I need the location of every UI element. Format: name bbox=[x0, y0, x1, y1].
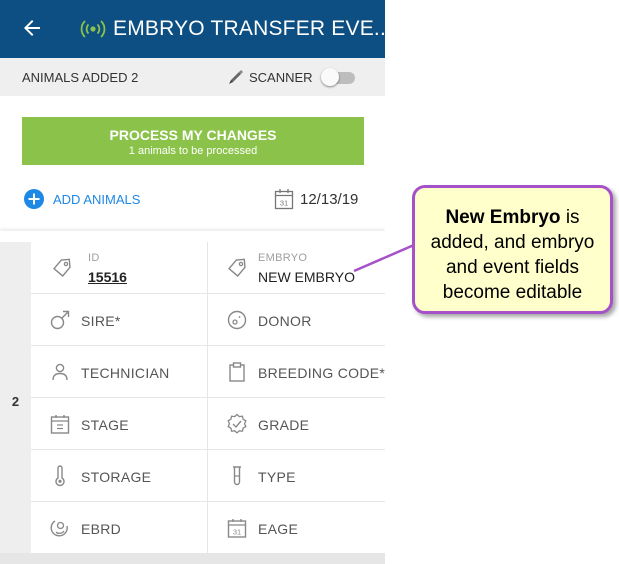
animal-id-link[interactable]: 15516 bbox=[88, 269, 127, 285]
plus-circle-icon bbox=[24, 189, 44, 209]
calendar-icon: 31 bbox=[227, 519, 247, 538]
badge-check-icon bbox=[227, 413, 247, 434]
sire-field[interactable]: SIRE* bbox=[31, 294, 208, 346]
svg-text:31: 31 bbox=[280, 199, 288, 208]
eage-field[interactable]: 31 EAGE bbox=[208, 502, 385, 554]
animal-list: 2 ID 15516 EMBRYO NEW EMBRYO SIRE* DONOR… bbox=[0, 231, 385, 564]
toggle-knob bbox=[321, 68, 339, 86]
stage-field[interactable]: STAGE bbox=[31, 398, 208, 450]
rfid-signal-icon bbox=[80, 20, 106, 38]
embryo-value: NEW EMBRYO bbox=[258, 269, 355, 285]
donor-field[interactable]: DONOR bbox=[208, 294, 385, 346]
app-bar: EMBRYO TRANSFER EVE... bbox=[0, 0, 385, 58]
storage-field[interactable]: STORAGE bbox=[31, 450, 208, 502]
type-field[interactable]: TYPE bbox=[208, 450, 385, 502]
callout-bold-text: New Embryo bbox=[445, 207, 561, 228]
ebrd-field[interactable]: EBRD bbox=[31, 502, 208, 554]
callout-line-1: New Embryo is bbox=[415, 205, 610, 230]
page-title: EMBRYO TRANSFER EVE... bbox=[113, 17, 385, 40]
callout-pointer bbox=[353, 243, 415, 273]
breeding-code-label: BREEDING CODE* bbox=[258, 365, 385, 381]
animals-added-count: 2 bbox=[131, 70, 139, 85]
process-changes-title: PROCESS MY CHANGES bbox=[109, 127, 277, 143]
donor-label: DONOR bbox=[258, 313, 312, 329]
process-changes-subtitle: 1 animals to be processed bbox=[128, 145, 258, 157]
mobile-app-screen: EMBRYO TRANSFER EVE... ANIMALS ADDED 2 S… bbox=[0, 0, 385, 564]
add-animals-label: ADD ANIMALS bbox=[53, 192, 141, 207]
arrow-left-icon[interactable] bbox=[20, 16, 44, 40]
scanner-pen-icon bbox=[229, 70, 243, 84]
callout-line-4: become editable bbox=[442, 282, 583, 303]
clipboard-icon bbox=[229, 362, 245, 382]
breeding-code-field[interactable]: BREEDING CODE* bbox=[208, 346, 385, 398]
callout-line-2: added, and embryo bbox=[430, 232, 595, 253]
callout-line-3: and event fields bbox=[445, 257, 580, 278]
eage-label: EAGE bbox=[258, 521, 299, 537]
calendar-stage-icon bbox=[50, 415, 70, 434]
embryo-label: EMBRYO bbox=[258, 252, 308, 264]
thermometer-icon bbox=[55, 465, 65, 487]
stage-label: STAGE bbox=[81, 417, 129, 433]
row-index: 2 bbox=[11, 394, 20, 409]
scanner-toggle[interactable] bbox=[321, 68, 355, 86]
grade-field[interactable]: GRADE bbox=[208, 398, 385, 450]
svg-text:31: 31 bbox=[233, 528, 241, 537]
person-icon bbox=[52, 363, 68, 381]
id-field[interactable]: ID 15516 bbox=[31, 242, 208, 294]
annotation-callout: New Embryo is added, and embryo and even… bbox=[412, 185, 613, 314]
grade-label: GRADE bbox=[258, 417, 310, 433]
tag-icon bbox=[228, 258, 246, 277]
egg-cell-icon bbox=[227, 310, 247, 330]
calendar-icon[interactable]: 31 bbox=[274, 188, 294, 210]
storage-label: STORAGE bbox=[81, 469, 152, 485]
tag-icon bbox=[53, 258, 71, 277]
test-tube-icon bbox=[233, 466, 241, 486]
ebrd-label: EBRD bbox=[81, 521, 122, 537]
process-changes-button[interactable]: PROCESS MY CHANGES 1 animals to be proce… bbox=[22, 117, 364, 165]
technician-label: TECHNICIAN bbox=[81, 365, 170, 381]
callout-line-1-rest: is bbox=[560, 207, 580, 228]
male-symbol-icon bbox=[50, 310, 70, 330]
scanner-label: SCANNER bbox=[249, 70, 313, 85]
event-date[interactable]: 12/13/19 bbox=[300, 191, 358, 208]
animals-added-status: ANIMALS ADDED 2 bbox=[22, 70, 138, 85]
info-bar: ANIMALS ADDED 2 SCANNER bbox=[0, 58, 385, 96]
list-bottom-divider bbox=[0, 553, 385, 564]
id-label: ID bbox=[88, 252, 100, 264]
sire-label: SIRE* bbox=[81, 313, 121, 329]
animals-added-label: ANIMALS ADDED bbox=[22, 70, 128, 85]
embryo-icon bbox=[50, 520, 68, 537]
type-label: TYPE bbox=[258, 469, 296, 485]
technician-field[interactable]: TECHNICIAN bbox=[31, 346, 208, 398]
row-index-column: 2 bbox=[0, 242, 31, 553]
